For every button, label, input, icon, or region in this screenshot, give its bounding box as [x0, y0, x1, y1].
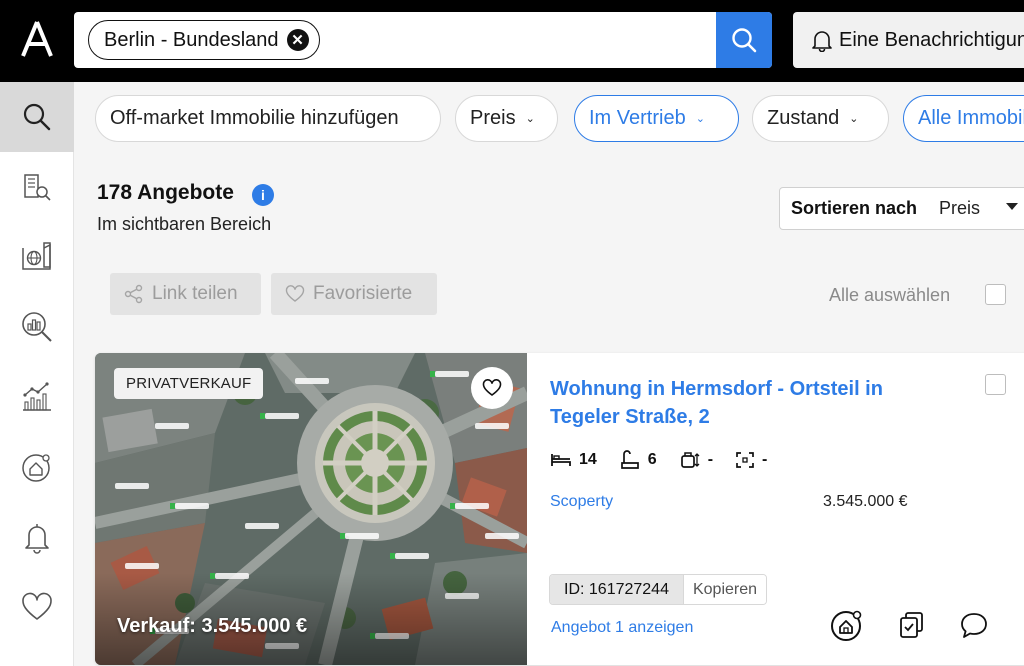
- price-filter-label: Preis: [470, 107, 516, 129]
- copy-check-icon: [900, 612, 923, 638]
- share-link-button[interactable]: Link teilen: [110, 273, 261, 315]
- sidebar-item-market-map[interactable]: [0, 222, 74, 292]
- listing-image[interactable]: PRIVATVERKAUF Verkauf: 3.545.000 €: [95, 353, 527, 665]
- building-search-icon: [24, 174, 51, 201]
- share-link-label: Link teilen: [152, 283, 238, 304]
- sort-value: Preis: [939, 198, 981, 218]
- sort-select[interactable]: Sortieren nach Preis: [779, 187, 1024, 230]
- sort-label: Sortieren nach: [791, 198, 918, 218]
- bell-icon: [25, 524, 49, 554]
- favorites-button[interactable]: Favorisierte: [271, 273, 437, 315]
- home-value-icon: [831, 610, 862, 641]
- rooms-count: -: [707, 451, 714, 468]
- search-icon: [23, 103, 51, 131]
- sidebar-item-alerts[interactable]: [0, 502, 74, 572]
- room-icon: [680, 452, 700, 468]
- heart-icon: [482, 379, 502, 396]
- property-type-filter[interactable]: Alle Immobilien: [903, 95, 1024, 142]
- results-count: 178 Angebote: [97, 181, 234, 204]
- show-offer-link[interactable]: Angebot 1 anzeigen: [551, 619, 693, 637]
- listing-checkbox[interactable]: [985, 374, 1006, 395]
- listing-id-box: ID: 161727244 Kopieren: [549, 574, 768, 605]
- contact-button[interactable]: [957, 608, 991, 642]
- chevron-down-icon: ⌄: [849, 113, 859, 125]
- share-icon: [124, 284, 143, 304]
- condition-filter[interactable]: Zustand ⌄: [752, 95, 889, 142]
- area-icon: [736, 452, 754, 468]
- bath-icon: [620, 450, 639, 469]
- search-icon: [732, 28, 757, 53]
- bed-icon: [551, 454, 571, 466]
- region-chip[interactable]: Berlin - Bundesland ✕: [88, 20, 320, 60]
- beds-feature: 14: [550, 451, 597, 469]
- results-scope: Im sichtbaren Bereich: [97, 214, 272, 234]
- listing-card[interactable]: PRIVATVERKAUF Verkauf: 3.545.000 € Wohnu…: [95, 353, 1024, 665]
- top-bar: Berlin - Bundesland ✕ Eine Benachrichtig…: [0, 0, 1024, 82]
- image-price: Verkauf: 3.545.000 €: [117, 615, 308, 637]
- trend-chart-icon: [23, 382, 51, 411]
- status-filter[interactable]: Im Vertrieb ⌄: [574, 95, 739, 142]
- copy-id-button[interactable]: Kopieren: [682, 575, 767, 604]
- listing-features: 14 6 - -: [550, 450, 789, 470]
- bell-icon: [812, 31, 832, 52]
- logo-icon[interactable]: [20, 20, 54, 58]
- region-chip-label: Berlin - Bundesland: [104, 28, 279, 51]
- status-filter-label: Im Vertrieb: [589, 107, 686, 129]
- area-feature: -: [735, 451, 767, 469]
- listing-price: 3.545.000 €: [823, 493, 908, 510]
- notification-label: Eine Benachrichtigung: [839, 28, 1024, 51]
- search-box[interactable]: Berlin - Bundesland ✕: [74, 12, 772, 68]
- sidebar-item-valuation[interactable]: [0, 432, 74, 502]
- close-icon[interactable]: ✕: [286, 29, 309, 51]
- home-value-icon: [22, 454, 50, 482]
- area-value: -: [762, 451, 768, 468]
- info-icon[interactable]: i: [252, 184, 274, 206]
- property-type-filter-label: Alle Immobilien: [918, 107, 1024, 129]
- chat-icon: [961, 613, 987, 638]
- heart-icon: [285, 285, 305, 302]
- chevron-down-icon: ⌄: [525, 113, 535, 125]
- chevron-down-icon: ⌄: [695, 113, 705, 125]
- compare-button[interactable]: [895, 608, 929, 642]
- listing-badge: PRIVATVERKAUF: [114, 368, 264, 399]
- sidebar-item-trends[interactable]: [0, 362, 74, 432]
- baths-count: 6: [647, 451, 657, 468]
- globe-map-icon: [22, 242, 51, 270]
- favorites-label: Favorisierte: [313, 283, 413, 304]
- price-filter[interactable]: Preis ⌄: [455, 95, 558, 142]
- rooms-feature: -: [679, 450, 713, 470]
- analytics-search-icon: [22, 312, 52, 342]
- caret-down-icon: [1006, 203, 1018, 210]
- sidebar-item-properties[interactable]: [0, 152, 74, 222]
- search-button[interactable]: [716, 12, 772, 68]
- select-all-label: Alle auswählen: [829, 285, 951, 305]
- select-all-checkbox[interactable]: [985, 284, 1006, 305]
- listing-source[interactable]: Scoperty: [550, 493, 613, 511]
- sidebar-item-favorites[interactable]: [0, 572, 74, 642]
- sidebar: [0, 82, 74, 666]
- valuation-button[interactable]: [830, 608, 864, 642]
- heart-icon: [22, 592, 52, 620]
- sidebar-item-analysis[interactable]: [0, 292, 74, 362]
- notification-button[interactable]: Eine Benachrichtigung: [793, 12, 1024, 68]
- condition-filter-label: Zustand: [767, 107, 840, 129]
- listing-title[interactable]: Wohnung in Hermsdorf - Ortsteil in Tegel…: [550, 375, 930, 431]
- sidebar-item-search[interactable]: [0, 82, 74, 152]
- baths-feature: 6: [619, 450, 657, 470]
- off-market-label: Off-market Immobilie hinzufügen: [110, 107, 399, 129]
- beds-count: 14: [579, 451, 597, 468]
- off-market-button[interactable]: Off-market Immobilie hinzufügen: [95, 95, 441, 142]
- listing-id: ID: 161727244: [550, 575, 683, 604]
- favorite-button[interactable]: [471, 367, 513, 409]
